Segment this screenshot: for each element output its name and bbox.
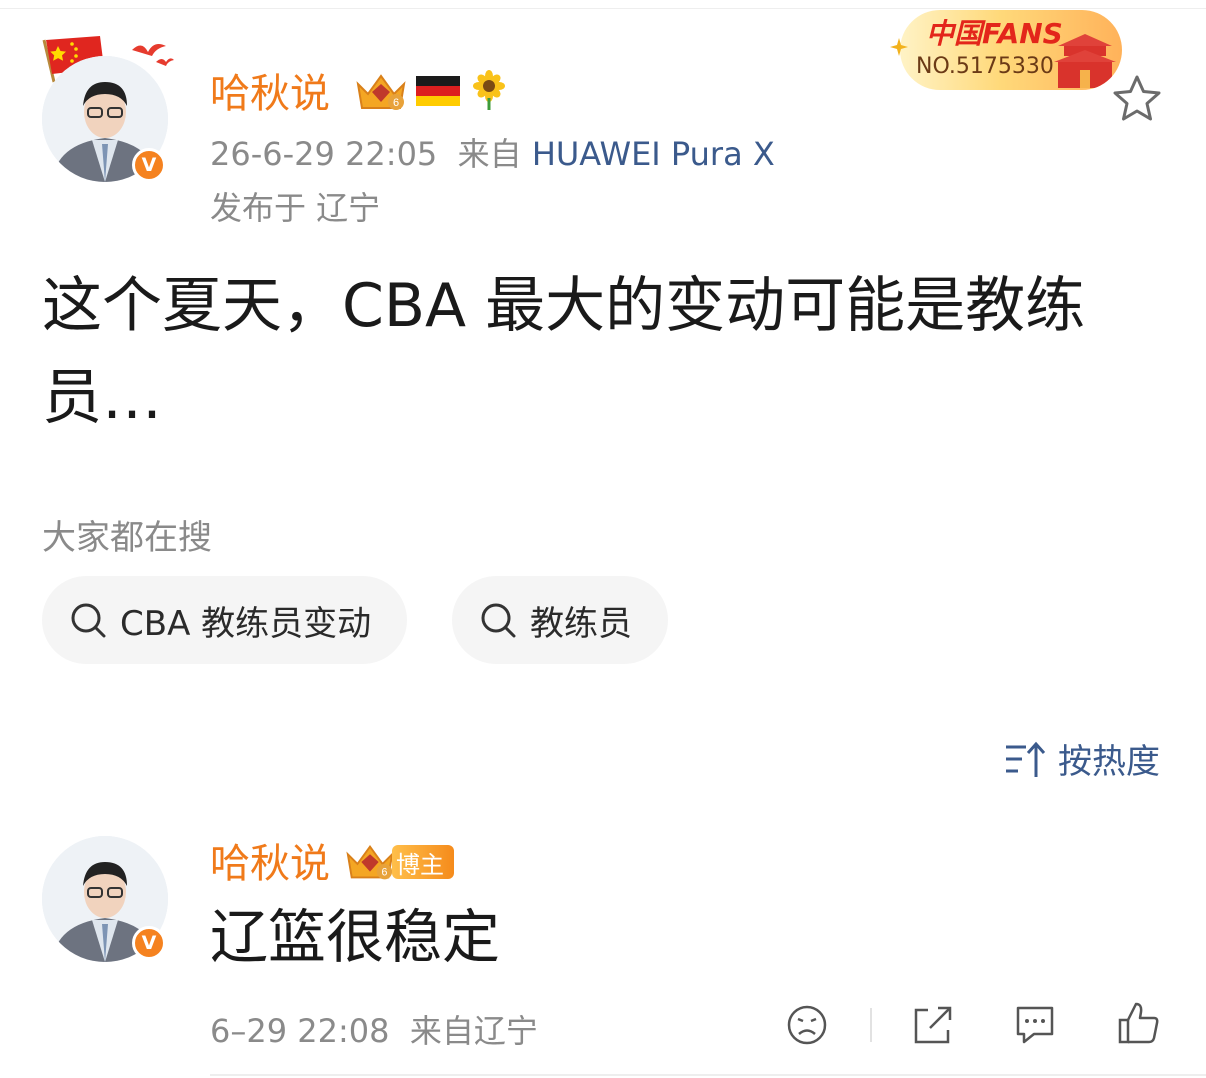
- search-icon: [71, 603, 106, 638]
- sort-icon: [1006, 741, 1046, 777]
- comment-icon[interactable]: [1012, 1002, 1058, 1052]
- verified-badge-icon: V: [132, 148, 166, 182]
- top-divider: [0, 8, 1206, 9]
- post-timestamp: 26-6-29 22:05: [210, 135, 438, 173]
- comment-source: 来自辽宁: [409, 1012, 538, 1050]
- svg-text:6: 6: [393, 97, 399, 109]
- fans-badge-number: NO.5175330: [916, 54, 1054, 79]
- comment-meta: 6–29 22:08 来自辽宁: [210, 1006, 538, 1052]
- sort-by-hot-button[interactable]: 按热度: [1004, 734, 1160, 783]
- fans-badge[interactable]: 中国FANS NO.5175330: [900, 10, 1122, 90]
- blogger-tag: 6 博主: [344, 840, 454, 884]
- post-author-name[interactable]: 哈秋说: [210, 72, 330, 116]
- star-icon[interactable]: [1112, 74, 1162, 126]
- action-divider: [870, 1008, 872, 1042]
- share-icon[interactable]: [910, 1002, 956, 1052]
- search-chip-cba-coach-change[interactable]: CBA 教练员变动: [42, 576, 408, 664]
- post-location: 发布于 辽宁: [210, 189, 381, 227]
- search-chip-label: 教练员: [530, 603, 632, 644]
- trending-search-label: 大家都在搜: [42, 518, 212, 558]
- like-icon[interactable]: [1114, 1000, 1162, 1052]
- sparkle-icon: [890, 38, 908, 60]
- post-text: 这个夏天，CBA 最大的变动可能是教练员…: [42, 271, 1086, 433]
- post-meta: 26-6-29 22:05 来自 HUAWEI Pura X: [210, 136, 775, 172]
- comment-text: 辽篮很稳定: [210, 903, 501, 971]
- post-device-link[interactable]: HUAWEI Pura X: [532, 135, 775, 173]
- sunflower-icon: [470, 70, 508, 114]
- germany-flag-icon: [416, 76, 460, 110]
- verified-badge-icon: V: [132, 926, 166, 960]
- crown-level-icon: 6: [346, 844, 394, 880]
- search-chip-coach[interactable]: 教练员: [452, 576, 668, 664]
- blogger-tag-label: 博主: [392, 845, 454, 879]
- search-icon: [481, 603, 516, 638]
- comment-time: 6–29 22:08: [210, 1012, 390, 1050]
- comment-author-name[interactable]: 哈秋说: [210, 842, 330, 886]
- svg-text:6: 6: [381, 866, 387, 878]
- sort-label: 按热度: [1058, 742, 1160, 782]
- crown-level-icon: 6: [354, 70, 408, 118]
- fans-badge-title: 中国FANS: [926, 17, 1063, 50]
- search-chip-label: CBA 教练员变动: [120, 603, 372, 644]
- bottom-divider: [210, 1074, 1206, 1076]
- post-source-prefix: 来自: [457, 135, 522, 173]
- sad-face-icon[interactable]: [786, 1004, 828, 1050]
